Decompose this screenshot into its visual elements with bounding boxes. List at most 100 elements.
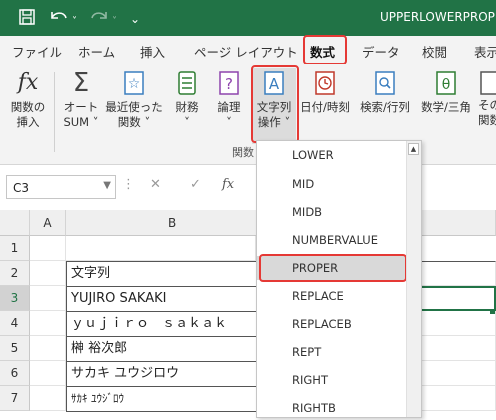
undo-dropdown-icon[interactable]: ˅ [72, 12, 77, 32]
select-all-corner[interactable] [0, 210, 30, 236]
math-trig-label: 数学/三角 [421, 100, 471, 114]
enter-icon[interactable]: ✓ [190, 177, 201, 192]
cell-b5[interactable]: 榊 裕次郎 [66, 336, 258, 362]
financial-button[interactable]: 財務 ˅ [168, 68, 206, 130]
cell-c2[interactable] [420, 261, 496, 286]
row-header-2[interactable]: 2 [0, 261, 30, 286]
row-header-7[interactable]: 7 [0, 386, 30, 411]
scroll-up-arrow-icon[interactable]: ▲ [408, 143, 419, 155]
cell-a7[interactable] [30, 386, 66, 411]
insert-function-label-2: 挿入 [16, 115, 40, 129]
row-header-5[interactable]: 5 [0, 336, 30, 361]
undo-icon[interactable] [48, 8, 70, 31]
menu-item-replace[interactable]: REPLACE [257, 284, 407, 308]
cell-c4[interactable] [420, 311, 496, 336]
cell-c3-selected[interactable] [420, 286, 496, 311]
cell-c6[interactable] [420, 361, 496, 386]
text-functions-label-1: 文字列 [256, 100, 292, 114]
tab-page-layout[interactable]: ページ レイアウト [194, 42, 298, 61]
menu-item-proper[interactable]: PROPER [257, 256, 407, 280]
save-icon[interactable] [18, 8, 36, 31]
dropdown-scrollbar[interactable]: ▲ [406, 141, 421, 417]
question-book-icon: ? [217, 68, 241, 98]
cell-c5[interactable] [420, 336, 496, 361]
svg-text:θ: θ [442, 77, 451, 93]
cell-b4[interactable]: ｙｕｊｉｒｏ ｓａｋａｋ [66, 311, 258, 337]
more-functions-icon [478, 68, 496, 98]
menu-item-rightb[interactable]: RIGHTB [257, 396, 407, 420]
financial-label-2: ˅ [184, 115, 190, 129]
chevron-down-icon[interactable]: ▼ [103, 180, 111, 191]
text-functions-button[interactable]: A 文字列 操作 ˅ [252, 68, 296, 144]
more-functions-button[interactable]: その 関数 [478, 68, 496, 128]
date-time-button[interactable]: 日付/時刻 [298, 68, 352, 115]
redo-icon[interactable] [88, 8, 110, 31]
clock-icon [313, 68, 337, 98]
row-header-1[interactable]: 1 [0, 236, 30, 261]
insert-function-icon[interactable]: fx [222, 177, 234, 192]
ribbon-separator [54, 72, 55, 152]
tab-review[interactable]: 校閲 [422, 42, 447, 61]
row-header-6[interactable]: 6 [0, 361, 30, 386]
text-a-icon: A [262, 68, 286, 98]
cell-b1[interactable] [66, 236, 256, 261]
row-header-3[interactable]: 3 [0, 286, 30, 311]
more-options-icon[interactable]: ⋮ [122, 177, 135, 192]
cancel-icon[interactable]: ✕ [150, 177, 161, 192]
financial-label-1: 財務 [175, 100, 199, 114]
menu-item-mid[interactable]: MID [257, 172, 407, 196]
lookup-reference-button[interactable]: 検索/行列 [356, 68, 414, 115]
insert-function-label-1: 関数の [10, 100, 46, 114]
menu-item-rept[interactable]: REPT [257, 340, 407, 364]
logical-button[interactable]: ? 論理 ˅ [210, 68, 248, 130]
math-trig-button[interactable]: θ 数学/三角 [416, 68, 476, 115]
column-header-a[interactable]: A [30, 210, 66, 236]
logical-label-2: ˅ [226, 115, 232, 129]
tab-insert[interactable]: 挿入 [140, 42, 165, 61]
lookup-reference-label: 検索/行列 [360, 100, 410, 114]
svg-text:A: A [269, 75, 280, 93]
fx-icon: fx [17, 70, 39, 95]
svg-text:☆: ☆ [128, 76, 141, 92]
cell-b2[interactable]: 文字列 [66, 261, 258, 287]
tab-home[interactable]: ホーム [78, 42, 115, 61]
cell-b3[interactable]: YUJIRO SAKAKI [66, 286, 258, 312]
ribbon-tabs: ファイル ホーム 挿入 ページ レイアウト 数式 データ 校閲 表示 [0, 35, 496, 65]
menu-item-numbervalue[interactable]: NUMBERVALUE [257, 228, 407, 252]
logical-label-1: 論理 [217, 100, 241, 114]
cell-a2[interactable] [30, 261, 66, 286]
more-functions-label-2: 関数 [478, 113, 496, 127]
autosum-button[interactable]: Σ オート SUM ˅ [58, 68, 104, 130]
customize-quick-access-icon[interactable]: ⌄ [130, 9, 140, 29]
recently-used-label-2: 関数 ˅ [117, 115, 151, 129]
insert-function-button[interactable]: fx 関数の 挿入 [6, 68, 50, 130]
menu-item-midb[interactable]: MIDB [257, 200, 407, 224]
cell-b7[interactable]: ｻｶｷ ﾕｳｼﾞﾛｳ [66, 386, 258, 412]
tab-view[interactable]: 表示 [474, 42, 496, 61]
window-title: UPPERLOWERPROPER [380, 10, 496, 24]
cell-a3[interactable] [30, 286, 66, 311]
text-functions-label-2: 操作 ˅ [257, 115, 291, 129]
redo-dropdown-icon[interactable]: ˅ [112, 12, 117, 32]
cell-a5[interactable] [30, 336, 66, 361]
cell-a1[interactable] [30, 236, 66, 261]
cell-b6[interactable]: サカキ ユウジロウ [66, 361, 258, 387]
tab-formulas[interactable]: 数式 [310, 42, 335, 61]
cell-c7[interactable] [420, 386, 496, 411]
menu-item-replaceb[interactable]: REPLACEB [257, 312, 407, 336]
recently-used-button[interactable]: ☆ 最近使った 関数 ˅ [104, 68, 164, 130]
tab-file[interactable]: ファイル [12, 42, 62, 61]
cell-a6[interactable] [30, 361, 66, 386]
magnifier-book-icon [373, 68, 397, 98]
cell-a4[interactable] [30, 311, 66, 336]
date-time-label: 日付/時刻 [300, 100, 350, 114]
name-box[interactable]: C3 ▼ [6, 175, 116, 199]
menu-item-right[interactable]: RIGHT [257, 368, 407, 392]
autosum-label-1: オート [63, 100, 99, 114]
menu-item-lower[interactable]: LOWER [257, 143, 407, 167]
more-functions-label-1: その [478, 98, 496, 112]
title-bar: ˅ ˅ ⌄ UPPERLOWERPROPER [0, 0, 496, 36]
autosum-label-2: SUM ˅ [63, 115, 99, 129]
tab-data[interactable]: データ [362, 42, 400, 61]
row-header-4[interactable]: 4 [0, 311, 30, 336]
